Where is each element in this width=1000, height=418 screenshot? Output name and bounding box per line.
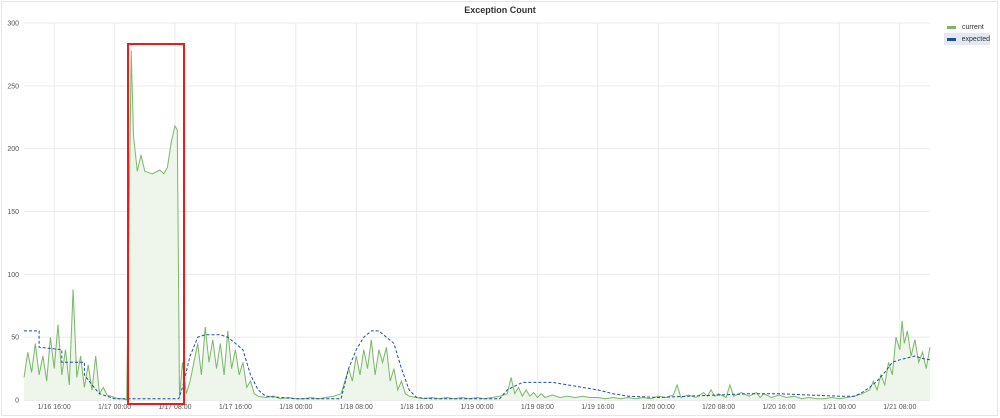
y-tick-label: 50: [11, 335, 19, 342]
x-tick-label: 1/17 00:00: [98, 404, 131, 411]
x-tick-label: 1/18 16:00: [400, 404, 433, 411]
x-tick-label: 1/20 00:00: [642, 404, 675, 411]
legend-label-current: current: [962, 23, 984, 31]
y-tick-label: 100: [7, 272, 19, 279]
y-tick-label: 0: [15, 398, 19, 405]
x-tick-label: 1/16 16:00: [38, 404, 71, 411]
x-tick-label: 1/20 16:00: [762, 404, 795, 411]
legend-label-expected: expected: [961, 35, 990, 43]
legend-item-current[interactable]: current: [944, 21, 990, 33]
x-tick-label: 1/19 16:00: [581, 404, 614, 411]
x-axis-ticks: 1/16 16:00 1/17 00:00 1/17 08:00 1/17 16:00…: [38, 404, 917, 411]
x-tick-label: 1/21 00:00: [823, 404, 856, 411]
x-tick-label: 1/19 08:00: [521, 404, 554, 411]
legend-swatch-expected: [947, 37, 956, 41]
x-tick-label: 1/18 08:00: [340, 404, 373, 411]
x-tick-label: 1/18 00:00: [279, 404, 312, 411]
legend: current expected: [944, 21, 990, 45]
legend-swatch-current: [947, 25, 956, 29]
y-tick-label: 300: [7, 21, 19, 28]
y-axis-ticks: 0 50 100 150 200 250 300: [7, 21, 19, 405]
x-tick-label: 1/17 08:00: [158, 404, 191, 411]
x-tick-label: 1/19 00:00: [460, 404, 493, 411]
legend-item-expected[interactable]: expected: [944, 33, 990, 45]
y-tick-label: 250: [7, 83, 19, 90]
chart-plot: 050100150200250300 1/16 16:00 1/17 00:00 1…: [7, 21, 931, 411]
y-tick-label: 200: [7, 146, 19, 153]
x-tick-label: 1/20 08:00: [702, 404, 735, 411]
y-tick-label: 150: [7, 209, 19, 216]
x-tick-label: 1/21 08:00: [883, 404, 916, 411]
x-tick-label: 1/17 16:00: [219, 404, 252, 411]
